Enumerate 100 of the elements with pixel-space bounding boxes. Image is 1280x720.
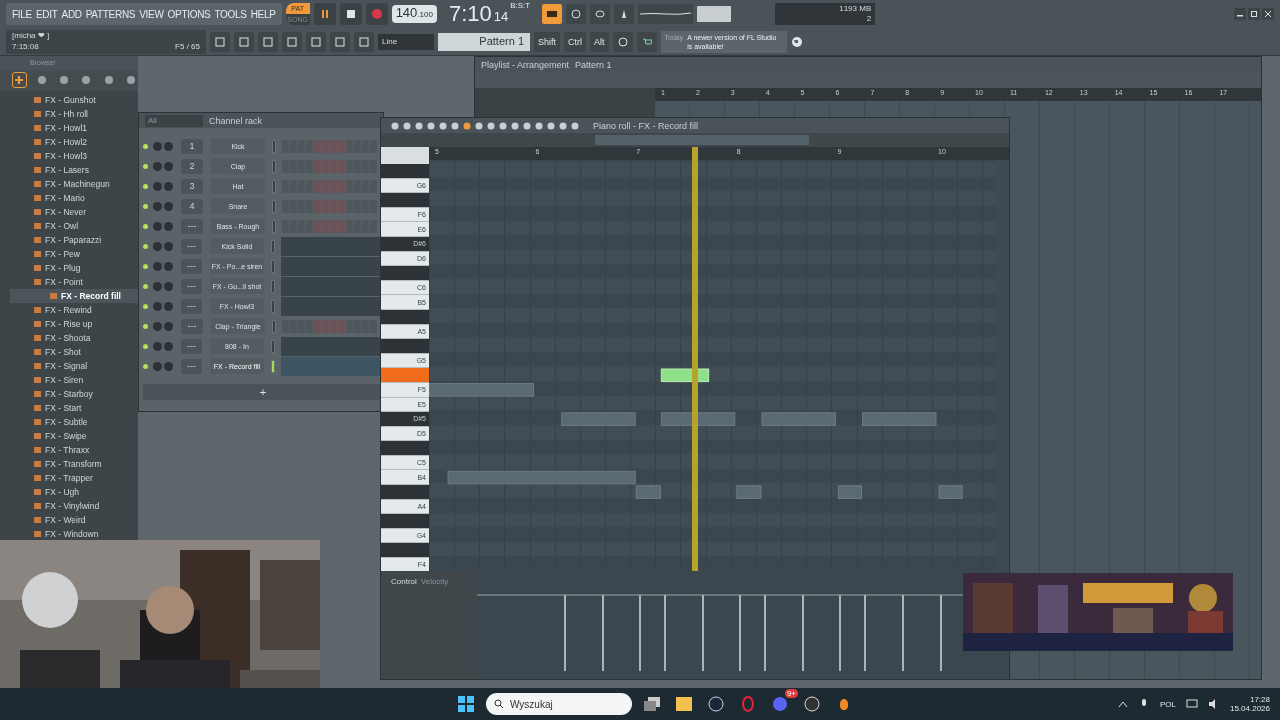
- mixer-track-number[interactable]: ---: [180, 258, 203, 274]
- step-button[interactable]: [314, 199, 321, 213]
- browser-item[interactable]: FX - Shot: [0, 345, 138, 359]
- step-button[interactable]: [346, 219, 353, 233]
- step-button[interactable]: [346, 319, 353, 333]
- browser-item[interactable]: FX - Swipe: [0, 429, 138, 443]
- pattern-selector[interactable]: Pattern 1: [438, 33, 530, 51]
- menu-item[interactable]: TOOLS: [214, 8, 247, 20]
- mute-led[interactable]: [143, 223, 148, 229]
- help-button[interactable]: [612, 32, 633, 52]
- channel-select-indicator[interactable]: [272, 319, 276, 333]
- step-button[interactable]: [306, 219, 313, 233]
- channel-select-indicator[interactable]: [272, 159, 276, 173]
- mixer-track-number[interactable]: ---: [180, 338, 203, 354]
- channel-rack-button[interactable]: [234, 32, 254, 52]
- piano-key[interactable]: [381, 543, 429, 559]
- menu-item[interactable]: HELP: [250, 8, 276, 20]
- tempo-field[interactable]: 140.100: [391, 5, 437, 23]
- step-button[interactable]: [306, 159, 313, 173]
- mute-led[interactable]: [143, 163, 148, 169]
- scrollbar[interactable]: [595, 135, 809, 145]
- mute-led[interactable]: [143, 343, 148, 349]
- browser-item[interactable]: FX - Point: [0, 275, 138, 289]
- microphone-button[interactable]: [354, 32, 374, 52]
- browser-item[interactable]: FX - Record fill: [10, 289, 138, 303]
- maximize-button[interactable]: [1248, 8, 1260, 20]
- browser-item[interactable]: FX - Transform: [0, 457, 138, 471]
- browser-item[interactable]: FX - Plug: [0, 261, 138, 275]
- channel-select-indicator[interactable]: [270, 339, 275, 353]
- mute-led[interactable]: [143, 203, 148, 209]
- channel-select-indicator[interactable]: [270, 299, 275, 313]
- close-button[interactable]: [1262, 8, 1274, 20]
- piano-key[interactable]: [381, 164, 429, 179]
- menu-item[interactable]: EDIT: [35, 8, 58, 20]
- step-button[interactable]: [314, 159, 321, 173]
- browser-item[interactable]: FX - Owl: [0, 219, 138, 233]
- browser-item[interactable]: FX - Vinylwind: [0, 499, 138, 513]
- channel-select-indicator[interactable]: [272, 199, 276, 213]
- mixer-button[interactable]: [306, 32, 326, 52]
- step-button[interactable]: [314, 179, 321, 193]
- piano-key[interactable]: [381, 441, 429, 456]
- mixer-track-number[interactable]: ---: [180, 298, 203, 314]
- arrow-button[interactable]: [330, 32, 350, 52]
- browser-item[interactable]: FX - Subtle: [0, 415, 138, 429]
- browser-item[interactable]: FX - Trapper: [0, 471, 138, 485]
- monitor-icon[interactable]: [1185, 699, 1198, 709]
- step-button[interactable]: [306, 199, 313, 213]
- mixer-track-number[interactable]: ---: [180, 278, 203, 294]
- browser-item[interactable]: FX - Start: [0, 401, 138, 415]
- browser-item[interactable]: FX - Gunshot: [0, 93, 138, 107]
- keyboard-language[interactable]: POL: [1159, 699, 1176, 709]
- piano-key[interactable]: [381, 485, 429, 500]
- browser-item[interactable]: FX - Rewind: [0, 303, 138, 317]
- step-button[interactable]: [346, 139, 353, 153]
- cart-button[interactable]: [636, 32, 657, 52]
- pause-button[interactable]: [313, 3, 336, 25]
- modifier-button[interactable]: Alt: [590, 32, 609, 52]
- step-button[interactable]: [338, 199, 345, 213]
- menu-item[interactable]: OPTIONS: [167, 8, 211, 20]
- mixer-track-number[interactable]: ---: [180, 358, 203, 374]
- mixer-track-number[interactable]: 4: [181, 198, 203, 214]
- browser-item[interactable]: FX - Shoota: [0, 331, 138, 345]
- mixer-track-number[interactable]: ---: [181, 218, 203, 234]
- step-button[interactable]: [338, 179, 345, 193]
- channel-select-indicator[interactable]: [270, 259, 275, 273]
- browser-item[interactable]: FX - Machinegun: [0, 177, 138, 191]
- step-button[interactable]: [338, 319, 345, 333]
- browser-button[interactable]: [210, 32, 230, 52]
- browser-tab[interactable]: [12, 72, 27, 89]
- step-button[interactable]: [346, 179, 353, 193]
- browser-item[interactable]: FX - Starboy: [0, 387, 138, 401]
- browser-item[interactable]: FX - Howl2: [0, 135, 138, 149]
- scrollbar[interactable]: [475, 72, 1261, 88]
- step-button[interactable]: [306, 179, 313, 193]
- channel-select-indicator[interactable]: [272, 219, 276, 233]
- browser-item[interactable]: FX - Hh roll: [0, 107, 138, 121]
- browser-item[interactable]: FX - Mario: [0, 191, 138, 205]
- menu-item[interactable]: PATTERNS: [85, 8, 136, 20]
- channel-select-indicator[interactable]: [270, 279, 275, 293]
- add-channel-button[interactable]: +: [143, 384, 383, 400]
- step-button[interactable]: [314, 139, 321, 153]
- browser-item[interactable]: FX - Signal: [0, 359, 138, 373]
- step-button[interactable]: [346, 159, 353, 173]
- minimize-button[interactable]: [1234, 8, 1246, 20]
- menu-item[interactable]: FILE: [12, 8, 32, 20]
- piano-key[interactable]: [381, 339, 429, 354]
- chevron-up-icon[interactable]: [1117, 700, 1128, 708]
- step-button[interactable]: [314, 319, 321, 333]
- mute-led[interactable]: [143, 363, 148, 369]
- channel-select-indicator[interactable]: [272, 179, 276, 193]
- mute-led[interactable]: [143, 143, 148, 149]
- mute-led[interactable]: [143, 243, 148, 249]
- browser-item[interactable]: FX - Howl3: [0, 149, 138, 163]
- step-button[interactable]: [338, 219, 345, 233]
- browser-item[interactable]: FX - Howl1: [0, 121, 138, 135]
- mute-led[interactable]: [143, 303, 148, 309]
- toolbar-toggle[interactable]: [614, 4, 635, 24]
- piano-key[interactable]: [381, 193, 429, 208]
- browser-item[interactable]: FX - Siren: [0, 373, 138, 387]
- browser-item[interactable]: FX - Rise up: [0, 317, 138, 331]
